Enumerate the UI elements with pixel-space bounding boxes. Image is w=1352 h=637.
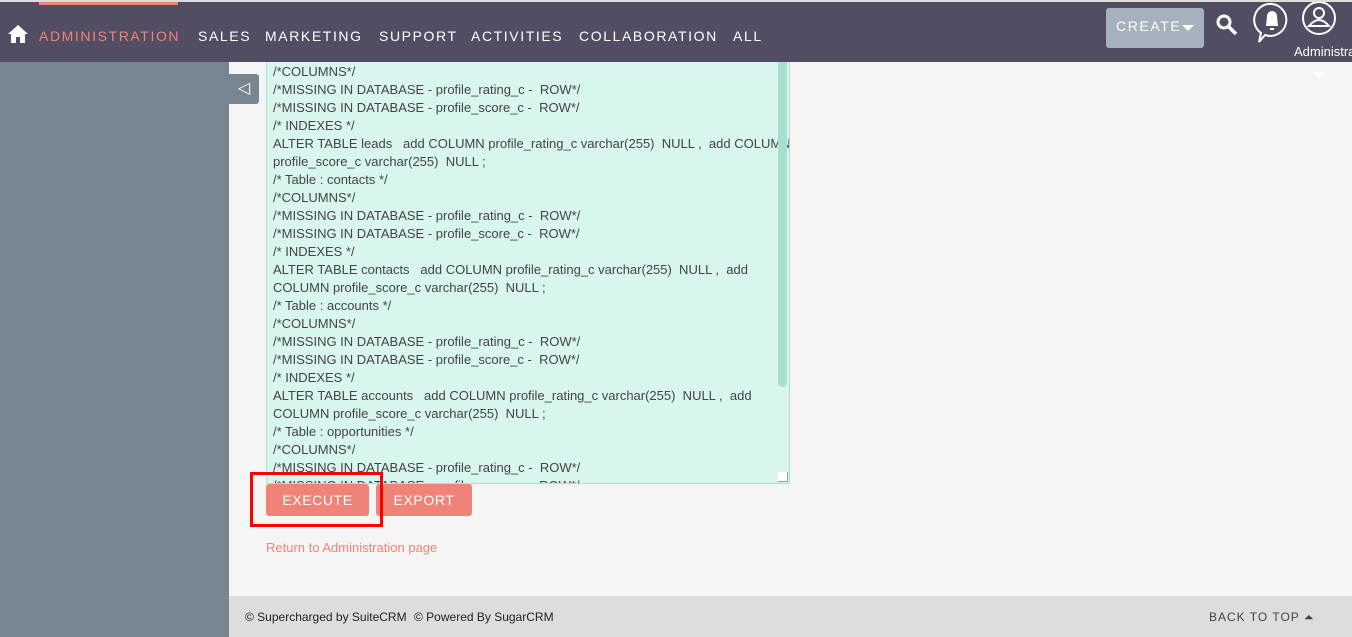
sql-line: ALTER TABLE leads add COLUMN profile_rat… xyxy=(273,136,790,151)
nav-administration[interactable]: ADMINISTRATION xyxy=(39,28,180,44)
caret-up-icon: ⏶ xyxy=(1303,610,1315,624)
active-tab-indicator xyxy=(39,2,178,5)
sql-line: profile_score_c varchar(255) NULL ; xyxy=(273,154,486,169)
sql-line: COLUMN profile_score_c varchar(255) NULL… xyxy=(273,406,546,421)
back-to-top-link[interactable]: BACK TO TOP ⏶ xyxy=(1209,610,1315,625)
notifications-bell-icon[interactable] xyxy=(1253,2,1291,44)
sql-line: /*MISSING IN DATABASE - profile_rating_c… xyxy=(273,82,581,97)
sql-query-textarea[interactable]: /*COLUMNS*/ /*MISSING IN DATABASE - profi… xyxy=(266,62,790,484)
nav-activities[interactable]: ACTIVITIES xyxy=(471,28,563,44)
user-avatar-icon[interactable] xyxy=(1300,2,1338,36)
sql-line: /*COLUMNS*/ xyxy=(273,442,356,457)
export-button[interactable]: EXPORT xyxy=(376,484,472,516)
sql-line: ALTER TABLE accounts add COLUMN profile_… xyxy=(273,388,752,403)
home-icon[interactable] xyxy=(8,24,28,44)
sidebar xyxy=(0,62,229,637)
sql-line: /*MISSING IN DATABASE - profile_score_c … xyxy=(273,100,580,115)
sugarcrm-credit-link[interactable]: © Powered By SugarCRM xyxy=(414,610,554,624)
sql-line: /* INDEXES */ xyxy=(273,244,355,259)
textarea-scrollbar[interactable] xyxy=(778,62,787,387)
search-icon[interactable] xyxy=(1215,13,1239,37)
highlight-annotation-box xyxy=(250,472,383,527)
top-navigation-bar: ADMINISTRATION SALES MARKETING SUPPORT A… xyxy=(0,0,1352,62)
sql-line: /*COLUMNS*/ xyxy=(273,190,356,205)
sql-line: /*MISSING IN DATABASE - profile_rating_c… xyxy=(273,208,581,223)
sql-line: /* Table : accounts */ xyxy=(273,298,392,313)
footer: © Supercharged by SuiteCRM © Powered By … xyxy=(229,596,1352,637)
nav-sales[interactable]: SALES xyxy=(198,28,251,44)
sql-line: /*COLUMNS*/ xyxy=(273,64,356,79)
sql-line: /* Table : contacts */ xyxy=(273,172,388,187)
create-label: CREATE xyxy=(1116,18,1182,34)
sql-line: /* INDEXES */ xyxy=(273,118,355,133)
sql-line: /* INDEXES */ xyxy=(273,370,355,385)
nav-marketing[interactable]: MARKETING xyxy=(265,28,363,44)
sql-line: COLUMN profile_score_c varchar(255) NULL… xyxy=(273,280,546,295)
caret-down-icon xyxy=(1182,25,1194,31)
sql-line: /*MISSING IN DATABASE - profile_score_c … xyxy=(273,352,580,367)
collapse-sidebar-icon[interactable]: ◁ xyxy=(229,74,259,104)
nav-all[interactable]: ALL xyxy=(733,28,763,44)
sql-query-content: /*COLUMNS*/ /*MISSING IN DATABASE - profi… xyxy=(273,63,790,483)
suitecrm-credit-link[interactable]: © Supercharged by SuiteCRM xyxy=(245,610,407,624)
resize-handle-icon[interactable] xyxy=(778,472,788,482)
sql-line: /*COLUMNS*/ xyxy=(273,316,356,331)
return-to-administration-link[interactable]: Return to Administration page xyxy=(266,540,437,555)
nav-support[interactable]: SUPPORT xyxy=(379,28,458,44)
user-menu-label[interactable]: Administrator xyxy=(1294,44,1352,59)
sql-line: /*MISSING IN DATABASE - profile_score_c … xyxy=(273,226,580,241)
sql-line: /* Table : opportunities */ xyxy=(273,424,414,439)
create-button[interactable]: CREATE xyxy=(1106,8,1204,48)
nav-collaboration[interactable]: COLLABORATION xyxy=(579,28,718,44)
sql-line: /*MISSING IN DATABASE - profile_rating_c… xyxy=(273,334,581,349)
user-menu-caret-icon[interactable] xyxy=(1312,72,1326,78)
back-to-top-label: BACK TO TOP xyxy=(1209,610,1300,624)
sql-line: ALTER TABLE contacts add COLUMN profile_… xyxy=(273,262,748,277)
